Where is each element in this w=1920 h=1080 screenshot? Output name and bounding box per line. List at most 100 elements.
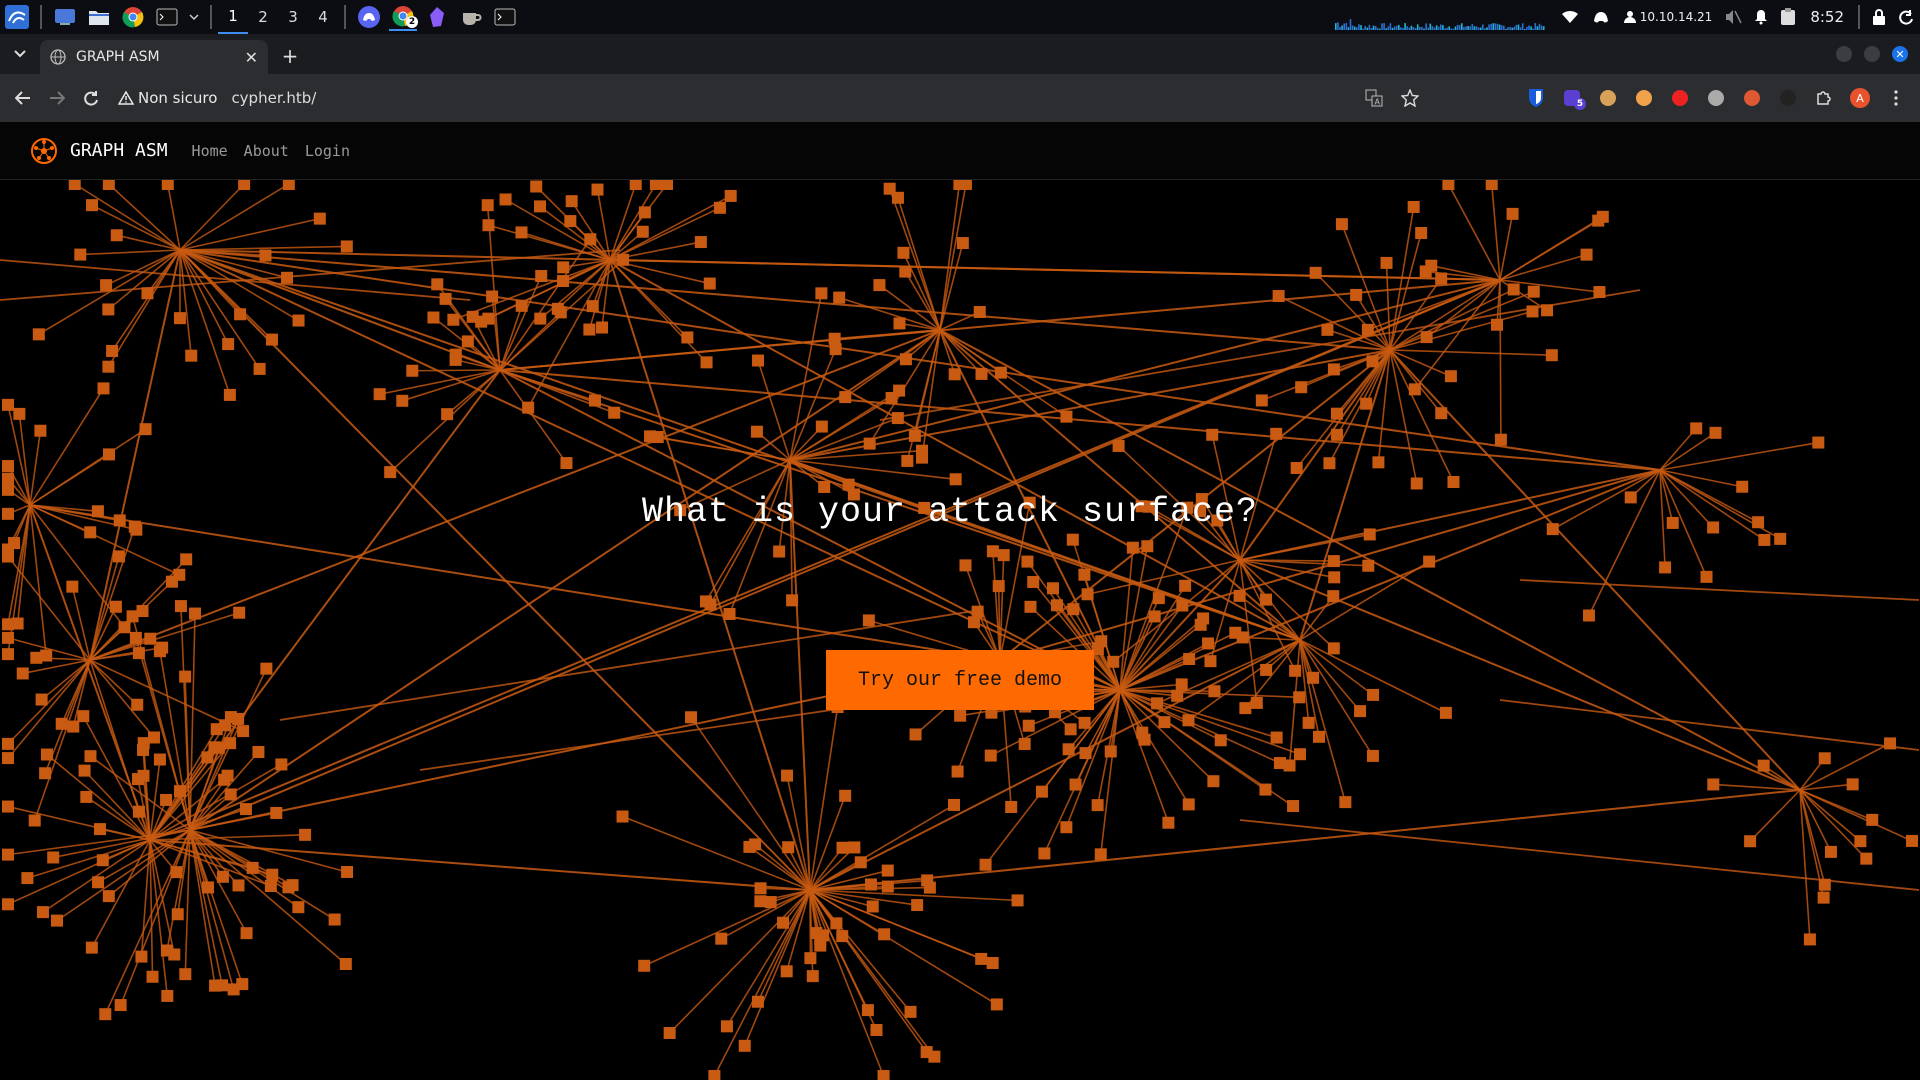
graph-node	[1050, 599, 1063, 612]
workspace-4[interactable]: 4	[308, 0, 338, 34]
clock[interactable]: 8:52	[1810, 8, 1844, 26]
tab-search-button[interactable]	[6, 40, 34, 68]
browser-tab-active[interactable]: GRAPH ASM ✕	[40, 40, 268, 74]
bitwarden-icon[interactable]	[1523, 85, 1549, 111]
graph-node	[281, 271, 294, 284]
cookie-icon[interactable]	[1595, 85, 1621, 111]
terminal-icon[interactable]	[153, 3, 181, 31]
graph-edge	[189, 829, 336, 921]
graph-edge	[1385, 262, 1391, 351]
wifi-icon[interactable]	[1561, 10, 1579, 24]
close-icon[interactable]: ✕	[245, 48, 258, 67]
graph-node	[1270, 427, 1283, 440]
graph-node	[36, 906, 49, 919]
graph-node	[13, 407, 26, 420]
hacktools-icon[interactable]	[1631, 85, 1657, 111]
graph-node	[238, 180, 251, 190]
maximize-button[interactable]	[1864, 46, 1880, 62]
extension-badge-icon[interactable]: 5	[1559, 85, 1586, 111]
network-activity-bar	[1513, 26, 1515, 30]
profile-avatar[interactable]: A	[1847, 85, 1873, 111]
bell-icon[interactable]	[1754, 9, 1768, 25]
network-activity-bar	[1540, 25, 1543, 30]
graph-node	[1818, 752, 1831, 765]
reload-button[interactable]	[74, 81, 108, 115]
graph-node	[1442, 180, 1455, 190]
lock-icon[interactable]	[1872, 9, 1886, 25]
url-text[interactable]: cypher.htb/	[231, 89, 316, 107]
chevron-down-icon[interactable]	[187, 3, 201, 31]
graph-node	[51, 914, 64, 927]
minimize-button[interactable]	[1836, 46, 1852, 62]
graph-node	[328, 913, 341, 926]
nav-login[interactable]: Login	[305, 142, 350, 160]
address-bar[interactable]: Non sicuro cypher.htb/ A	[118, 80, 1428, 116]
window-close-button[interactable]: ✕	[1892, 46, 1908, 62]
hand-stop-icon[interactable]	[1667, 85, 1693, 111]
coffee-icon[interactable]	[457, 3, 485, 31]
graph-node	[1091, 799, 1104, 812]
desktop-icon[interactable]	[51, 3, 79, 31]
kali-menu-icon[interactable]	[3, 3, 31, 31]
graph-node	[1078, 568, 1091, 581]
graph-node	[112, 550, 125, 563]
mustache-icon[interactable]	[1775, 85, 1801, 111]
vpn-indicator[interactable]: 10.10.14.21	[1623, 10, 1712, 24]
network-activity-bar	[1502, 25, 1505, 30]
graph-node	[949, 473, 962, 486]
workspace-3[interactable]: 3	[278, 0, 308, 34]
puzzle-icon[interactable]	[1811, 85, 1837, 111]
graph-node	[764, 896, 777, 909]
workspace-1[interactable]: 1	[218, 0, 248, 34]
graph-node	[1818, 878, 1831, 891]
nav-about[interactable]: About	[244, 142, 289, 160]
obsidian-icon[interactable]	[423, 3, 451, 31]
new-tab-button[interactable]: +	[276, 42, 304, 70]
network-activity-bar	[1534, 23, 1536, 30]
graph-node	[2, 848, 14, 861]
graph-node	[1302, 716, 1315, 729]
brand-name: GRAPH ASM	[70, 140, 168, 161]
security-indicator[interactable]: Non sicuro	[118, 89, 217, 107]
forward-button[interactable]	[40, 81, 74, 115]
nav-home[interactable]: Home	[192, 142, 228, 160]
graph-edge	[809, 889, 885, 1077]
mute-icon[interactable]	[1724, 9, 1742, 25]
graph-node	[997, 549, 1010, 562]
graph-edge	[1299, 639, 1447, 714]
duckduckgo-icon[interactable]	[1739, 85, 1765, 111]
graph-node	[973, 306, 986, 319]
graph-node	[2, 648, 14, 661]
graph-node	[188, 607, 201, 620]
clipboard-icon[interactable]	[1780, 8, 1796, 26]
graph-node	[1236, 631, 1249, 644]
graph-node	[1327, 642, 1340, 655]
graph-node	[1066, 533, 1079, 546]
graph-node	[839, 391, 852, 404]
graph-node	[1175, 678, 1188, 691]
graph-node	[384, 466, 397, 479]
discord-icon[interactable]	[355, 3, 383, 31]
brand[interactable]: GRAPH ASM	[30, 137, 168, 165]
terminal-icon[interactable]	[491, 3, 519, 31]
try-demo-button[interactable]: Try our free demo	[826, 650, 1094, 710]
graph-node	[39, 767, 52, 780]
chrome-icon[interactable]	[119, 3, 147, 31]
network-activity-bar	[1395, 25, 1398, 30]
discord-tray-icon[interactable]	[1591, 9, 1611, 25]
chrome-icon[interactable]: 2	[389, 3, 418, 31]
translate-icon[interactable]: A	[1361, 85, 1387, 111]
back-button[interactable]	[6, 81, 40, 115]
workspace-2[interactable]: 2	[248, 0, 278, 34]
kebab-menu-icon[interactable]	[1883, 85, 1909, 111]
graph-node	[131, 698, 144, 711]
files-icon[interactable]	[85, 3, 113, 31]
power-icon[interactable]	[1898, 9, 1914, 25]
bookmark-star-icon[interactable]	[1397, 85, 1423, 111]
ghost-icon[interactable]	[1703, 85, 1729, 111]
graph-node	[233, 606, 246, 619]
graph-node	[638, 959, 651, 972]
omnibox-actions: A	[1356, 85, 1428, 111]
graph-node	[951, 765, 964, 778]
security-label: Non sicuro	[138, 89, 218, 107]
